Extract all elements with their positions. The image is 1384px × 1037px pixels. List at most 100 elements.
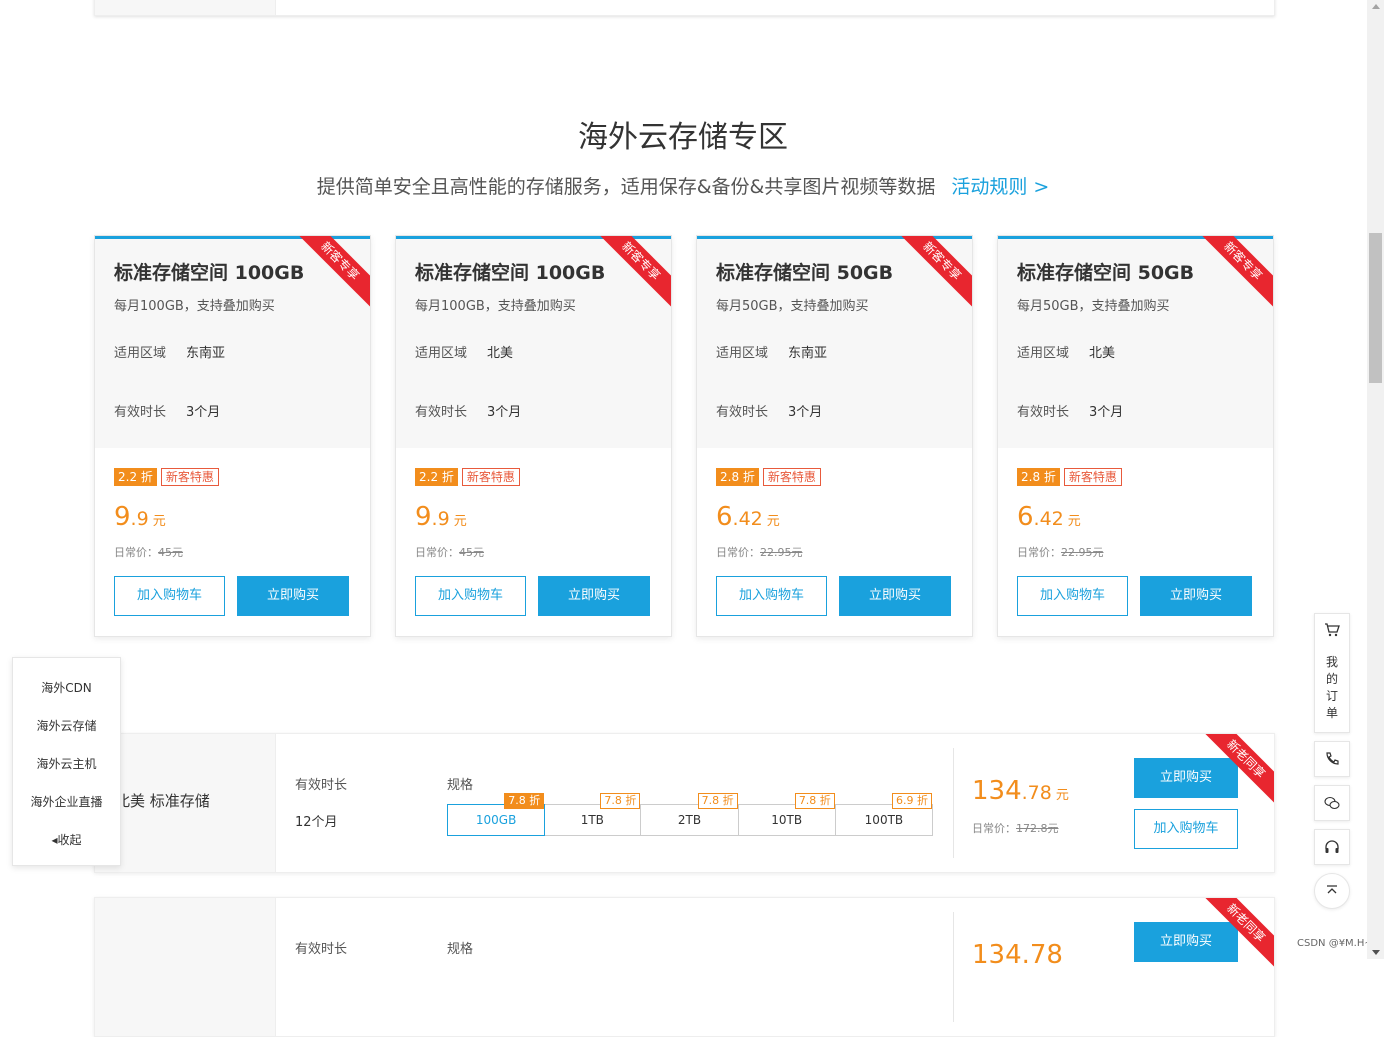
region-label: 适用区域 bbox=[716, 346, 769, 361]
add-to-cart-button[interactable]: 加入购物车 bbox=[1017, 576, 1128, 616]
region-value: 东南亚 bbox=[186, 346, 226, 361]
orders-char: 单 bbox=[1325, 706, 1338, 720]
card-desc: 每月50GB，支持叠加购买 bbox=[716, 299, 869, 314]
spec-option-1tb[interactable]: 7.8 折 1TB bbox=[544, 793, 642, 835]
wechat-button[interactable] bbox=[1314, 785, 1350, 821]
card-price: 6.42 元 bbox=[716, 502, 780, 532]
promo-tag: 新客特惠 bbox=[160, 468, 219, 486]
buy-now-button[interactable]: 立即购买 bbox=[1134, 922, 1238, 962]
region-row: 适用区域 北美 bbox=[415, 342, 513, 361]
duration-label: 有效时长 bbox=[295, 942, 348, 957]
section-subtitle: 提供简单安全且高性能的存储服务，适用保存&备份&共享图片视频等数据 活动规则 > bbox=[0, 172, 1366, 199]
add-to-cart-button[interactable]: 加入购物车 bbox=[716, 576, 827, 616]
spec-option-10tb[interactable]: 7.8 折 10TB bbox=[739, 793, 836, 835]
spec-label-text: 10TB bbox=[771, 813, 803, 827]
spec-label-text: 100GB bbox=[475, 813, 517, 827]
spec-discount: 7.8 折 bbox=[794, 793, 835, 809]
back-to-top-icon bbox=[1327, 885, 1337, 894]
card-desc: 每月100GB，支持叠加购买 bbox=[415, 299, 576, 314]
spec-option-100gb[interactable]: 7.8 折 100GB bbox=[447, 793, 546, 836]
price-int: 9 bbox=[114, 502, 131, 532]
product-price: 134.78 bbox=[972, 940, 1063, 970]
buy-now-button[interactable]: 立即购买 bbox=[839, 576, 951, 616]
my-orders-link[interactable]: 我 的 订 单 bbox=[1315, 654, 1349, 722]
scroll-up-icon[interactable] bbox=[1372, 4, 1380, 9]
discount-tag: 2.8 折 bbox=[1017, 468, 1060, 486]
card-title: 标准存储空间 50GB bbox=[716, 262, 894, 284]
region-row: 适用区域 东南亚 bbox=[114, 342, 225, 361]
duration-label: 有效时长 bbox=[415, 405, 468, 420]
orders-char: 我 bbox=[1325, 655, 1338, 669]
spec-discount: 6.9 折 bbox=[892, 793, 933, 809]
page-scrollbar[interactable] bbox=[1367, 0, 1384, 959]
duration-value: 3个月 bbox=[487, 405, 522, 420]
spec-option-100tb[interactable]: 6.9 折 100TB bbox=[836, 793, 933, 835]
orders-char: 订 bbox=[1325, 689, 1338, 703]
wechat-icon bbox=[1324, 795, 1340, 811]
card-title: 标准存储空间 100GB bbox=[114, 262, 305, 284]
cart-orders-box[interactable]: 我 的 订 单 bbox=[1314, 613, 1350, 733]
price-dec: .42 bbox=[1033, 508, 1064, 530]
product-card-3: 新客专享 标准存储空间 50GB 每月50GB，支持叠加购买 适用区域 东南亚 有… bbox=[696, 235, 973, 637]
spec-option-2tb[interactable]: 7.8 折 2TB bbox=[641, 793, 739, 835]
divider bbox=[953, 748, 954, 858]
spec-discount: 7.8 折 bbox=[600, 793, 641, 809]
orig-label: 日常价： bbox=[1017, 546, 1061, 559]
add-to-cart-button[interactable]: 加入购物车 bbox=[1134, 809, 1238, 849]
buy-now-button[interactable]: 立即购买 bbox=[538, 576, 650, 616]
price-unit: 元 bbox=[1067, 514, 1081, 529]
region-label: 适用区域 bbox=[415, 346, 468, 361]
side-nav-item-host[interactable]: 海外云主机 bbox=[13, 755, 120, 772]
promo-tag: 新客特惠 bbox=[461, 468, 520, 486]
orig-label: 日常价： bbox=[716, 546, 760, 559]
activity-rules-link[interactable]: 活动规则 > bbox=[951, 176, 1049, 198]
side-nav-collapse[interactable]: ◂收起 bbox=[13, 831, 120, 848]
price-int: 134 bbox=[972, 776, 1022, 806]
section-subtitle-text: 提供简单安全且高性能的存储服务，适用保存&备份&共享图片视频等数据 bbox=[316, 176, 936, 198]
region-label: 适用区域 bbox=[1017, 346, 1070, 361]
product-row-north-america: 北美 标准存储 有效时长 12个月 规格 7.8 折 100GB 7.8 折 1TB… bbox=[94, 733, 1275, 873]
previous-product-card bbox=[94, 0, 1275, 16]
side-nav-item-cdn[interactable]: 海外CDN bbox=[13, 679, 120, 696]
price-dec: .42 bbox=[732, 508, 763, 530]
duration-label: 有效时长 bbox=[716, 405, 769, 420]
side-nav: 海外CDN 海外云存储 海外云主机 海外企业直播 ◂收起 bbox=[12, 657, 121, 866]
price-unit: 元 bbox=[152, 514, 166, 529]
orig-label: 日常价： bbox=[972, 822, 1016, 835]
buy-now-button[interactable]: 立即购买 bbox=[237, 576, 349, 616]
section-title: 海外云存储专区 bbox=[578, 120, 788, 155]
side-nav-item-live[interactable]: 海外企业直播 bbox=[13, 793, 120, 810]
original-price: 日常价：45元 bbox=[415, 544, 484, 560]
product-price: 134.78 元 bbox=[972, 776, 1069, 806]
back-to-top-button[interactable] bbox=[1314, 873, 1350, 909]
duration-row: 有效时长 3个月 bbox=[415, 401, 521, 420]
duration-value: 3个月 bbox=[788, 405, 823, 420]
duration-row: 有效时长 3个月 bbox=[1017, 401, 1123, 420]
discount-tag: 2.8 折 bbox=[716, 468, 759, 486]
duration-option[interactable]: 12个月 bbox=[295, 811, 338, 830]
orig-value: 45元 bbox=[459, 546, 484, 559]
side-nav-item-storage[interactable]: 海外云存储 bbox=[13, 717, 120, 734]
region-row: 适用区域 北美 bbox=[1017, 342, 1115, 361]
add-to-cart-button[interactable]: 加入购物车 bbox=[114, 576, 225, 616]
original-price: 日常价：172.8元 bbox=[972, 820, 1059, 836]
region-row: 适用区域 东南亚 bbox=[716, 342, 827, 361]
cart-icon[interactable] bbox=[1324, 622, 1340, 638]
scrollbar-thumb[interactable] bbox=[1369, 233, 1382, 383]
duration-row: 有效时长 3个月 bbox=[114, 401, 220, 420]
orders-char: 的 bbox=[1325, 672, 1338, 686]
card-tags: 2.8 折新客特惠 bbox=[1017, 466, 1122, 486]
spec-discount: 7.8 折 bbox=[697, 793, 738, 809]
watermark: CSDN @¥M.H~ bbox=[1297, 938, 1373, 949]
support-button[interactable] bbox=[1314, 829, 1350, 865]
buy-now-button[interactable]: 立即购买 bbox=[1140, 576, 1252, 616]
duration-label: 有效时长 bbox=[1017, 405, 1070, 420]
price-dec: .78 bbox=[1021, 782, 1052, 804]
region-value: 北美 bbox=[1089, 346, 1116, 361]
add-to-cart-button[interactable]: 加入购物车 bbox=[415, 576, 526, 616]
phone-button[interactable] bbox=[1314, 741, 1350, 777]
orig-value: 172.8元 bbox=[1016, 822, 1059, 835]
card-title: 标准存储空间 100GB bbox=[415, 262, 606, 284]
buy-now-button[interactable]: 立即购买 bbox=[1134, 758, 1238, 798]
scroll-down-icon[interactable] bbox=[1372, 950, 1380, 955]
